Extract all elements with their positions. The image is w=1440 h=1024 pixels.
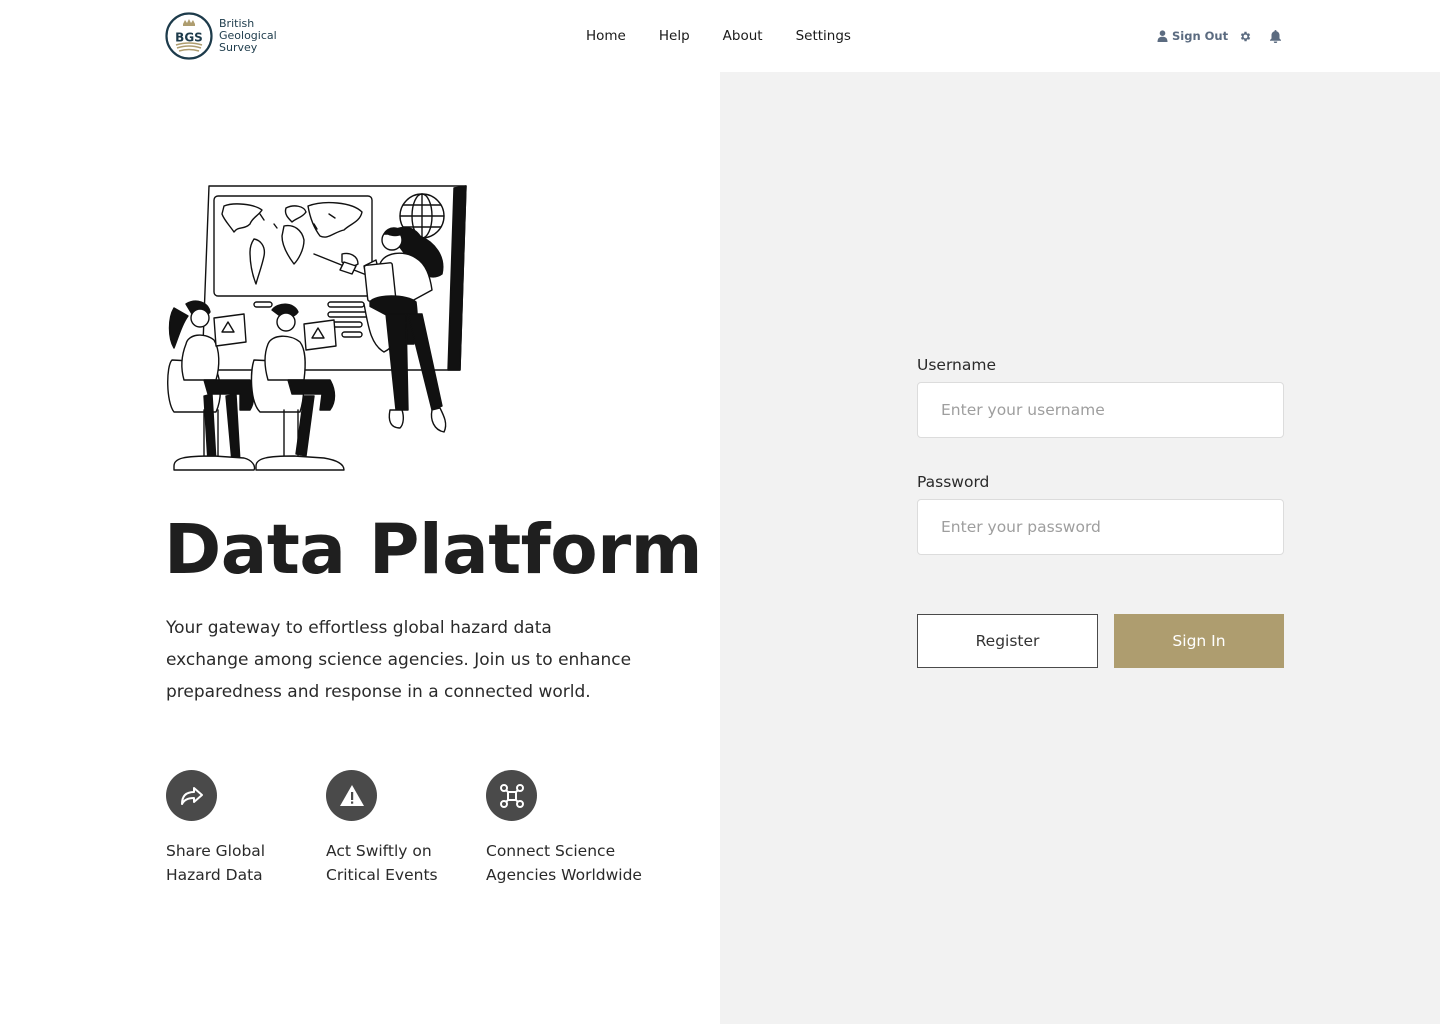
bell-icon[interactable]: [1270, 29, 1282, 43]
feature-label-line1: Share Global: [166, 842, 266, 860]
feature-label: Share Global Hazard Data: [166, 839, 326, 887]
gear-icon[interactable]: [1239, 30, 1252, 43]
feature-list: Share Global Hazard Data Act Swiftly on …: [166, 770, 646, 887]
feature-item-share: Share Global Hazard Data: [166, 770, 326, 887]
sign-in-button[interactable]: Sign In: [1114, 614, 1284, 668]
nav-home[interactable]: Home: [586, 28, 626, 44]
username-label: Username: [917, 356, 997, 374]
nav-settings[interactable]: Settings: [796, 28, 851, 44]
page-title: Data Platform: [164, 510, 703, 590]
top-header: BGS British Geological Survey Home Help …: [0, 0, 1440, 72]
user-icon: [1157, 30, 1172, 42]
feature-label: Connect Science Agencies Worldwide: [486, 839, 646, 887]
feature-label-line1: Connect Science: [486, 842, 616, 860]
brand-name-line3: Survey: [219, 41, 258, 54]
feature-label: Act Swiftly on Critical Events: [326, 839, 486, 887]
form-actions: Register Sign In: [917, 614, 1284, 668]
feature-label-line2: Agencies Worldwide: [486, 866, 642, 884]
nav-about[interactable]: About: [723, 28, 763, 44]
username-input[interactable]: [917, 382, 1284, 438]
sign-out-button[interactable]: Sign Out: [1157, 29, 1228, 43]
feature-item-act: Act Swiftly on Critical Events: [326, 770, 486, 887]
main-nav: Home Help About Settings: [586, 0, 851, 72]
bgs-emblem-icon: BGS: [165, 12, 213, 60]
bgs-logo[interactable]: BGS British Geological Survey: [165, 12, 277, 60]
sign-out-label: Sign Out: [1172, 29, 1229, 43]
register-button[interactable]: Register: [917, 614, 1098, 668]
feature-label-line2: Hazard Data: [166, 866, 263, 884]
login-form: Username Password: [917, 356, 1284, 555]
hero-tagline: Your gateway to effortless global hazard…: [166, 618, 632, 702]
warning-triangle-icon: [326, 770, 377, 821]
hazard-briefing-illustration: [164, 184, 474, 479]
feature-item-connect: Connect Science Agencies Worldwide: [486, 770, 646, 887]
share-arrow-icon: [166, 770, 217, 821]
nav-help[interactable]: Help: [659, 28, 690, 44]
password-label: Password: [917, 473, 990, 491]
username-group: Username: [917, 356, 1284, 438]
header-actions: Sign Out: [1157, 0, 1282, 72]
network-nodes-icon: [486, 770, 537, 821]
password-group: Password: [917, 473, 1284, 555]
password-input[interactable]: [917, 499, 1284, 555]
feature-label-line2: Critical Events: [326, 866, 438, 884]
brand-name: British Geological Survey: [219, 18, 277, 54]
feature-label-line1: Act Swiftly on: [326, 842, 432, 860]
